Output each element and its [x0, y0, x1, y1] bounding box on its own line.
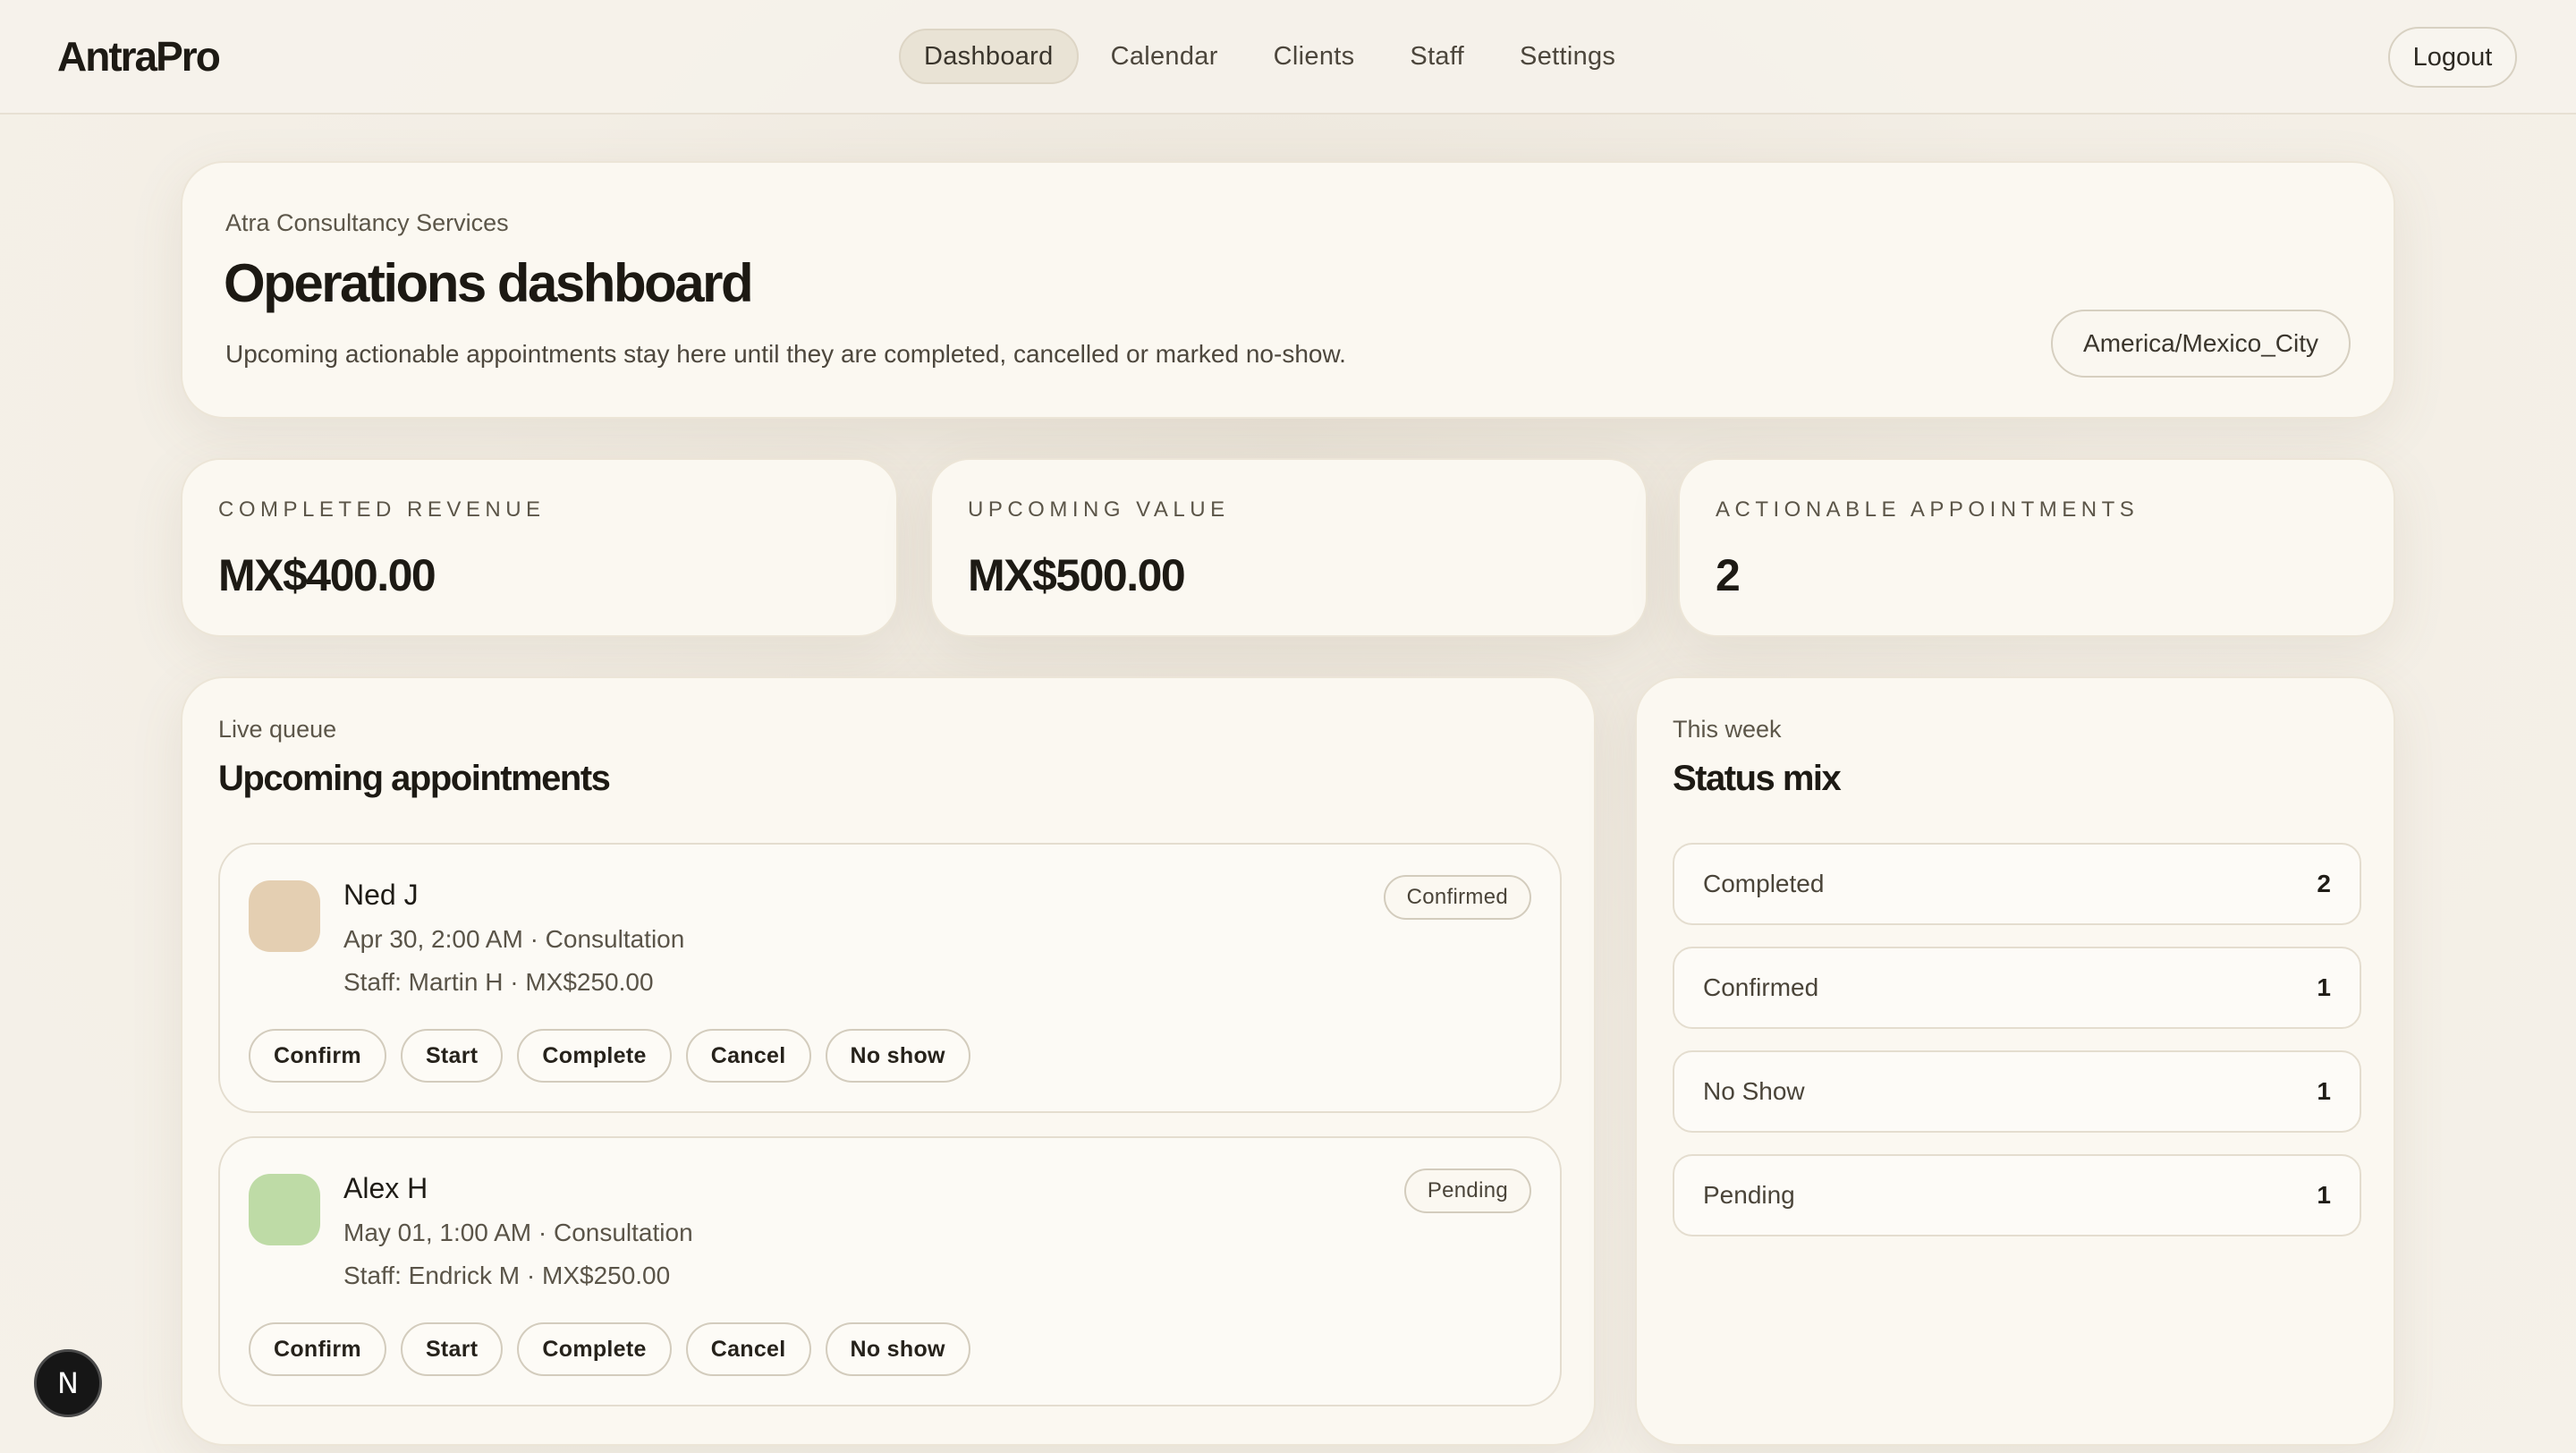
stat-completed-revenue: COMPLETED REVENUE MX$400.00 [181, 458, 898, 637]
appointment-card: Ned J Apr 30, 2:00 AM · Consultation Sta… [218, 843, 1562, 1113]
logout-button[interactable]: Logout [2388, 27, 2517, 88]
appointment-actions: Confirm Start Complete Cancel No show [249, 1029, 970, 1083]
complete-button[interactable]: Complete [517, 1029, 672, 1083]
organization-name: Atra Consultancy Services [225, 209, 509, 236]
status-badge: Pending [1403, 1168, 1531, 1213]
nav-staff[interactable]: Staff [1386, 29, 1487, 84]
stat-value: MX$400.00 [218, 550, 436, 600]
stat-value: MX$500.00 [968, 550, 1186, 600]
client-name: Ned J [343, 879, 419, 911]
page-title: Operations dashboard [224, 253, 754, 313]
appointment-card: Alex H May 01, 1:00 AM · Consultation St… [218, 1136, 1562, 1406]
status-row-confirmed: Confirmed 1 [1673, 947, 2361, 1029]
stat-actionable-appointments: ACTIONABLE APPOINTMENTS 2 [1678, 458, 2395, 637]
status-count: 1 [2317, 1077, 2331, 1105]
nav-dashboard[interactable]: Dashboard [899, 29, 1079, 84]
start-button[interactable]: Start [400, 1322, 504, 1376]
svg-text:N: N [57, 1366, 79, 1400]
section-title: Status mix [1673, 759, 1842, 798]
upcoming-appointments-panel: Live queue Upcoming appointments Ned J A… [181, 676, 1596, 1446]
appointment-staff-price: Staff: Martin H · MX$250.00 [343, 968, 654, 996]
appointment-staff-price: Staff: Endrick M · MX$250.00 [343, 1262, 671, 1289]
client-name: Alex H [343, 1172, 428, 1204]
nextjs-n-icon[interactable]: N [34, 1349, 102, 1417]
status-label: Confirmed [1703, 973, 1819, 1001]
appointment-time-service: Apr 30, 2:00 AM · Consultation [343, 925, 685, 953]
status-count: 1 [2317, 973, 2331, 1001]
appointment-actions: Confirm Start Complete Cancel No show [249, 1322, 970, 1376]
main-nav: Dashboard Calendar Clients Staff Setting… [899, 29, 1639, 84]
status-count: 2 [2317, 870, 2331, 897]
status-count: 1 [2317, 1181, 2331, 1209]
status-label: Pending [1703, 1181, 1795, 1209]
status-row-no-show: No Show 1 [1673, 1050, 2361, 1133]
stat-label: ACTIONABLE APPOINTMENTS [1716, 497, 2140, 522]
dashboard-header-card: Atra Consultancy Services Operations das… [181, 161, 2395, 419]
section-eyebrow: Live queue [218, 716, 337, 743]
app-logo[interactable]: AntraPro [57, 32, 221, 81]
confirm-button[interactable]: Confirm [249, 1322, 386, 1376]
page-description: Upcoming actionable appointments stay he… [225, 340, 1346, 368]
client-avatar [249, 880, 320, 952]
stat-label: COMPLETED REVENUE [218, 497, 546, 522]
no-show-button[interactable]: No show [825, 1322, 970, 1376]
status-mix-panel: This week Status mix Completed 2 Confirm… [1635, 676, 2395, 1446]
status-label: No Show [1703, 1077, 1805, 1105]
stat-upcoming-value: UPCOMING VALUE MX$500.00 [930, 458, 1648, 637]
nav-settings[interactable]: Settings [1496, 29, 1639, 84]
status-label: Completed [1703, 870, 1825, 897]
status-row-completed: Completed 2 [1673, 843, 2361, 925]
confirm-button[interactable]: Confirm [249, 1029, 386, 1083]
stat-value: 2 [1716, 550, 1741, 600]
client-avatar [249, 1174, 320, 1245]
status-badge: Confirmed [1383, 875, 1531, 920]
cancel-button[interactable]: Cancel [685, 1322, 811, 1376]
timezone-pill[interactable]: America/Mexico_City [2051, 310, 2351, 378]
appointment-time-service: May 01, 1:00 AM · Consultation [343, 1219, 693, 1246]
complete-button[interactable]: Complete [517, 1322, 672, 1376]
no-show-button[interactable]: No show [825, 1029, 970, 1083]
cancel-button[interactable]: Cancel [685, 1029, 811, 1083]
nav-calendar[interactable]: Calendar [1088, 29, 1241, 84]
nav-clients[interactable]: Clients [1250, 29, 1378, 84]
section-eyebrow: This week [1673, 716, 1782, 743]
section-title: Upcoming appointments [218, 759, 611, 798]
top-nav-bar: AntraPro Dashboard Calendar Clients Staf… [0, 0, 2576, 115]
start-button[interactable]: Start [400, 1029, 504, 1083]
stat-label: UPCOMING VALUE [968, 497, 1230, 522]
status-row-pending: Pending 1 [1673, 1154, 2361, 1236]
n-letter-icon: N [57, 1366, 79, 1400]
